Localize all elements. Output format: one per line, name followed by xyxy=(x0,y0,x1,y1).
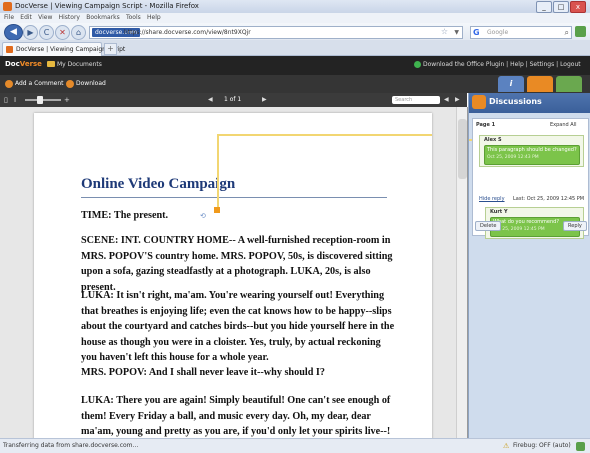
docverse-header: DocVerse My Documents Download the Offic… xyxy=(0,56,590,75)
reply-button[interactable]: Reply xyxy=(563,221,587,231)
document-title: Online Video Campaign xyxy=(81,176,236,192)
paragraph-scene: SCENE: INT. COUNTRY HOME-- A well-furnis… xyxy=(81,235,393,293)
zoom-slider-handle[interactable] xyxy=(37,96,43,104)
document-viewer: Online Video Campaign TIME: The present.… xyxy=(0,107,468,438)
search-placeholder: Google xyxy=(487,29,509,36)
paragraph-luka-1: LUKA: It isn't right, ma'am. You're wear… xyxy=(81,290,395,363)
page-label: Page 1 xyxy=(476,122,496,128)
tab-docverse[interactable]: DocVerse | Viewing Campaign Script xyxy=(2,42,125,56)
menu-edit[interactable]: Edit xyxy=(20,13,32,23)
header-links[interactable]: Download the Office Plugin | Help | Sett… xyxy=(423,60,581,70)
add-comment-button[interactable]: Add a Comment xyxy=(15,79,64,89)
maximize-button[interactable]: □ xyxy=(553,1,569,13)
logo-doc: Doc xyxy=(5,60,20,68)
annotation-anchor-icon[interactable]: ⟲ xyxy=(200,212,206,220)
zoom-slider[interactable] xyxy=(25,99,61,101)
menu-help[interactable]: Help xyxy=(147,13,161,23)
zoom-in-icon[interactable]: + xyxy=(64,95,70,105)
status-bar: Transferring data from share.docverse.co… xyxy=(0,438,590,453)
folder-icon xyxy=(47,61,55,67)
comment-icon xyxy=(5,80,13,88)
reload-icon[interactable]: C xyxy=(39,25,54,40)
discussions-icon xyxy=(472,95,486,109)
page-indicator: 1 of 1 xyxy=(224,96,242,103)
logo-verse: Verse xyxy=(19,60,42,68)
url-bar[interactable]: docverse.com https://share.docverse.com/… xyxy=(89,26,463,39)
delete-button[interactable]: Delete xyxy=(475,221,502,231)
scrollbar-thumb[interactable] xyxy=(458,119,467,179)
my-documents-link[interactable]: My Documents xyxy=(57,60,102,70)
text-cursor-icon[interactable]: I xyxy=(14,95,16,105)
firebug-status[interactable]: Firebug: OFF (auto) xyxy=(513,441,571,451)
document-scrollbar[interactable] xyxy=(456,107,467,438)
comments-tab-button[interactable] xyxy=(527,76,553,92)
paragraph-time: TIME: The present. xyxy=(81,210,169,221)
comment-item[interactable]: Alex S This paragraph should be changed?… xyxy=(479,135,584,167)
browser-search-box[interactable]: G Google ⌕ xyxy=(470,26,572,39)
stop-icon[interactable]: ✕ xyxy=(55,25,70,40)
firefox-icon xyxy=(3,2,12,11)
comment-author: Alex S xyxy=(484,137,502,143)
viewer-toolbar: ▯ I + ◀ 1 of 1 ▶ Search ◀ ▶ xyxy=(0,93,467,107)
url-text[interactable]: https://share.docverse.com/view/8nt9XQjr xyxy=(124,28,251,37)
rss-tab-button[interactable] xyxy=(556,76,582,92)
menu-tools[interactable]: Tools xyxy=(126,13,141,23)
document-toolbar: Add a Comment Download i xyxy=(0,75,590,93)
window-title: DocVerse | Viewing Campaign Script - Moz… xyxy=(15,2,199,10)
page-view-icon[interactable]: ▯ xyxy=(4,95,8,105)
google-icon[interactable]: G xyxy=(473,27,480,38)
menu-file[interactable]: File xyxy=(4,13,14,23)
search-icon[interactable]: ⌕ xyxy=(565,27,569,38)
expand-all-button[interactable]: Expand All xyxy=(550,122,577,128)
comment-text: This paragraph should be changed? xyxy=(487,147,577,153)
discussions-title: Discussions xyxy=(489,97,542,106)
document-page: Online Video Campaign TIME: The present.… xyxy=(34,113,432,438)
url-dropdown-icon[interactable]: ▼ xyxy=(454,27,459,38)
reply-text: What do you recommend? xyxy=(493,219,559,225)
close-window-button[interactable]: x xyxy=(570,1,586,13)
hide-reply-link[interactable]: Hide reply xyxy=(479,196,505,202)
minimize-button[interactable]: _ xyxy=(536,1,552,13)
download-icon xyxy=(66,80,74,88)
search-prev-button[interactable]: ◀ xyxy=(444,95,449,105)
back-button[interactable]: ◀ xyxy=(4,24,23,41)
download-button[interactable]: Download xyxy=(76,79,106,89)
bookmark-star-icon[interactable]: ☆ xyxy=(441,27,448,36)
last-reply-date: Last: Oct 25, 2009 12:45 PM xyxy=(513,196,585,202)
addon-status-icon[interactable] xyxy=(576,442,585,451)
discussions-panel: Discussions Page 1 Expand All Alex S Thi… xyxy=(468,93,590,438)
search-next-button[interactable]: ▶ xyxy=(455,95,460,105)
info-tab-button[interactable]: i xyxy=(498,76,524,92)
new-tab-button[interactable]: + xyxy=(104,43,117,55)
office-plugin-icon xyxy=(414,61,421,68)
comment-date: Oct 25, 2009 12:43 PM xyxy=(487,155,539,160)
status-text: Transferring data from share.docverse.co… xyxy=(3,442,139,449)
menu-history[interactable]: History xyxy=(59,13,80,23)
window-titlebar: DocVerse | Viewing Campaign Script - Moz… xyxy=(0,0,590,14)
discussions-header: Discussions xyxy=(469,93,590,113)
next-page-button[interactable]: ▶ xyxy=(262,95,267,105)
tab-strip: DocVerse | Viewing Campaign Script + xyxy=(0,40,590,56)
document-search-placeholder: Search xyxy=(395,97,413,103)
warning-icon[interactable]: ⚠ xyxy=(503,441,509,451)
forward-button[interactable]: ▶ xyxy=(23,25,38,40)
comment-marker[interactable] xyxy=(214,207,220,213)
comment-connector-vertical xyxy=(217,134,219,207)
menu-bookmarks[interactable]: Bookmarks xyxy=(86,13,120,23)
docverse-favicon xyxy=(6,46,13,53)
navigation-toolbar: ◀ ▶ C ✕ ⌂ docverse.com https://share.doc… xyxy=(0,23,590,41)
paragraph-mrs-popov: MRS. POPOV: And I shall never leave it--… xyxy=(81,367,325,378)
comment-bubble: This paragraph should be changed? Oct 25… xyxy=(484,145,580,165)
menu-view[interactable]: View xyxy=(38,13,52,23)
document-search-input[interactable]: Search xyxy=(392,96,440,104)
comment-connector-horizontal xyxy=(217,134,432,136)
home-icon[interactable]: ⌂ xyxy=(71,25,86,40)
reply-author: Kurt Y xyxy=(490,209,508,215)
docverse-logo[interactable]: DocVerse xyxy=(5,60,42,68)
paragraph-luka-2: LUKA: There you are again! Simply beauti… xyxy=(81,395,391,437)
discussion-thread: Page 1 Expand All Alex S This paragraph … xyxy=(472,118,589,239)
prev-page-button[interactable]: ◀ xyxy=(208,95,213,105)
title-divider xyxy=(81,197,387,198)
addon-icon[interactable] xyxy=(575,26,586,37)
